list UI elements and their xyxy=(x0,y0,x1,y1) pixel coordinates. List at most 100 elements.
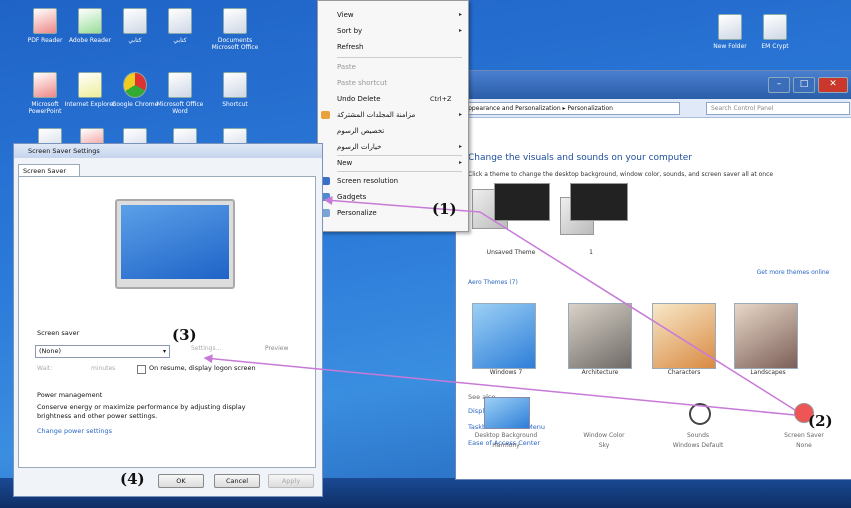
document-icon xyxy=(168,8,192,34)
monitor-preview xyxy=(115,199,235,289)
menu-separator xyxy=(337,171,462,172)
menu-item-refresh[interactable]: Refresh xyxy=(337,43,363,51)
search-input[interactable]: Search Control Panel xyxy=(706,102,850,115)
sync-icon xyxy=(321,111,330,119)
screen-saver-dialog: Screen Saver Settings Screen Saver Scree… xyxy=(13,143,323,497)
page-title: Change the visuals and sounds on your co… xyxy=(468,153,692,163)
document-icon xyxy=(123,8,147,34)
theme-label: Unsaved Theme xyxy=(486,249,536,256)
desktop-icon[interactable]: Shortcut xyxy=(205,72,265,108)
minimize-button[interactable]: – xyxy=(768,77,790,93)
maximize-button[interactable]: □ xyxy=(793,77,815,93)
pdf-icon xyxy=(33,8,57,34)
theme-label: Windows 7 xyxy=(489,369,523,376)
desktop-icon-label: PDF Reader xyxy=(27,37,63,44)
ok-button[interactable]: OK xyxy=(158,474,204,488)
address-field[interactable]: Appearance and Personalization ▸ Persona… xyxy=(459,102,680,115)
theme-architecture[interactable] xyxy=(568,303,632,369)
dialog-panel: Screen saver Settings... Preview Wait: m… xyxy=(18,176,316,468)
desktop-icon[interactable]: EM Crypt xyxy=(745,14,805,50)
internet-explorer-icon xyxy=(78,72,102,98)
theme-1-preview[interactable] xyxy=(570,183,628,221)
annotation-label-3: (3) xyxy=(172,326,197,344)
screen-saver-select[interactable]: (None) ▾ xyxy=(35,345,170,358)
window-color-link[interactable]: Window Color Sky xyxy=(564,431,644,451)
wait-label: Wait: xyxy=(37,365,53,372)
sounds-icon[interactable] xyxy=(678,397,722,427)
settings-button[interactable]: Settings... xyxy=(191,343,221,354)
chrome-icon xyxy=(123,72,147,98)
logon-screen-checkbox[interactable] xyxy=(137,365,146,374)
desktop-icon[interactable]: كتابي xyxy=(150,8,210,44)
apply-button[interactable]: Apply xyxy=(268,474,314,488)
menu-item-arabic-3[interactable]: خيارات الرسوم xyxy=(337,143,381,151)
powerpoint-icon xyxy=(33,72,57,98)
aero-themes-heading: Aero Themes (7) xyxy=(468,279,518,286)
menu-item-paste-shortcut[interactable]: Paste shortcut xyxy=(337,79,387,87)
window-color-icon[interactable] xyxy=(582,397,626,427)
annotation-label-1: (1) xyxy=(432,200,457,218)
menu-item-screen-resolution[interactable]: Screen resolution xyxy=(337,177,398,185)
theme-label: Characters xyxy=(667,369,701,376)
menu-item-arabic-2[interactable]: تخصيص الرسوم xyxy=(337,127,384,135)
theme-unsaved-preview[interactable] xyxy=(494,183,550,221)
folder-icon xyxy=(223,8,247,34)
theme-landscapes[interactable] xyxy=(734,303,798,369)
desktop-icon-label: EM Crypt xyxy=(761,43,789,50)
shortcut-icon xyxy=(223,72,247,98)
minutes-label: minutes xyxy=(91,365,116,372)
menu-item-new[interactable]: New xyxy=(337,159,352,167)
address-bar: Appearance and Personalization ▸ Persona… xyxy=(456,99,851,118)
dropdown-arrow-icon: ▾ xyxy=(162,348,166,355)
menu-separator xyxy=(337,155,462,156)
dialog-title: Screen Saver Settings xyxy=(14,144,322,158)
menu-item-sort-by[interactable]: Sort by xyxy=(337,27,362,35)
power-management-heading: Power management xyxy=(37,391,103,399)
annotation-label-4: (4) xyxy=(120,470,145,488)
menu-item-gadgets[interactable]: Gadgets xyxy=(337,193,366,201)
submenu-arrow-icon: ▸ xyxy=(458,27,462,34)
theme-characters[interactable] xyxy=(652,303,716,369)
desktop-icon-label: Microsoft PowerPoint xyxy=(28,101,62,115)
word-icon xyxy=(168,72,192,98)
menu-item-view[interactable]: View xyxy=(337,11,354,19)
theme-label: 1 xyxy=(589,249,593,256)
logon-screen-label: On resume, display logon screen xyxy=(149,364,256,372)
desktop-icon-label: كتابي xyxy=(128,37,142,44)
change-power-settings-link[interactable]: Change power settings xyxy=(37,427,112,435)
theme-label: Architecture xyxy=(581,369,619,376)
close-button[interactable]: ✕ xyxy=(818,77,848,93)
cancel-button[interactable]: Cancel xyxy=(214,474,260,488)
desktop-icon-label: Microsoft Office Word xyxy=(156,101,204,115)
menu-item-arabic-1[interactable]: مزامنة المجلدات المشتركة xyxy=(337,111,415,119)
desktop-icon[interactable]: Microsoft Office Word xyxy=(150,72,210,115)
menu-hotkey: Ctrl+Z xyxy=(430,95,452,103)
annotation-label-2: (2) xyxy=(808,412,833,430)
menu-item-paste[interactable]: Paste xyxy=(337,63,356,71)
desktop-background-link[interactable]: Desktop Background Harmony xyxy=(466,431,546,451)
power-management-text: Conserve energy or maximize performance … xyxy=(37,403,246,420)
screen-saver-group-label: Screen saver xyxy=(37,329,80,337)
menu-item-undo-delete[interactable]: Undo Delete xyxy=(337,95,381,103)
desktop-icon[interactable]: Documents Microsoft Office xyxy=(205,8,265,51)
menu-separator xyxy=(337,57,462,58)
desktop-icon-label: New Folder xyxy=(713,43,747,50)
get-more-themes-link[interactable]: Get more themes online xyxy=(738,269,848,276)
theme-windows7[interactable] xyxy=(472,303,536,369)
personalization-window: – □ ✕ Appearance and Personalization ▸ P… xyxy=(455,70,851,480)
preview-button[interactable]: Preview xyxy=(265,343,288,354)
menu-item-personalize[interactable]: Personalize xyxy=(337,209,377,217)
submenu-arrow-icon: ▸ xyxy=(458,11,462,18)
submenu-arrow-icon: ▸ xyxy=(458,111,462,118)
screen-saver-link[interactable]: Screen Saver None xyxy=(764,431,844,451)
sounds-link[interactable]: Sounds Windows Default xyxy=(658,431,738,451)
submenu-arrow-icon: ▸ xyxy=(458,159,462,166)
file-icon xyxy=(763,14,787,40)
desktop-background-icon[interactable] xyxy=(484,397,530,429)
page-subtitle: Click a theme to change the desktop back… xyxy=(468,171,774,178)
personalization-titlebar: – □ ✕ xyxy=(456,71,851,99)
desktop-context-menu: View ▸ Sort by ▸ Refresh Paste Paste short… xyxy=(317,0,469,232)
desktop-icon-label: Shortcut xyxy=(222,101,248,108)
submenu-arrow-icon: ▸ xyxy=(458,143,462,150)
screen-saver-selected: (None) xyxy=(39,347,62,355)
